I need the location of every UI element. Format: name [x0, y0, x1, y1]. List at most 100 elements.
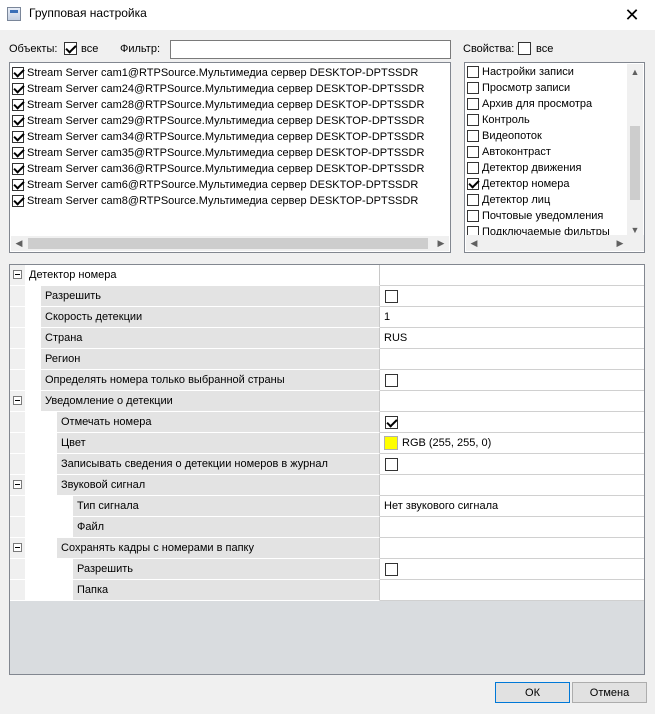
property-value[interactable] — [380, 286, 644, 307]
scrollbar-thumb[interactable] — [630, 126, 640, 200]
filter-input[interactable] — [170, 40, 451, 59]
object-checkbox[interactable] — [12, 147, 24, 159]
scroll-left-icon[interactable]: ◀ — [466, 235, 482, 251]
property-checkbox[interactable] — [467, 146, 479, 158]
object-checkbox[interactable] — [12, 115, 24, 127]
object-checkbox[interactable] — [12, 163, 24, 175]
property-value[interactable]: 1 — [380, 307, 644, 328]
property-checkbox[interactable] — [467, 210, 479, 222]
property-value[interactable]: RGB (255, 255, 0) — [380, 433, 644, 454]
property-row[interactable]: Детектор номера — [10, 265, 644, 286]
properties-vertical-scrollbar[interactable]: ▲ ▼ — [627, 64, 643, 237]
list-item[interactable]: Stream Server cam34@RTPSource.Мультимеди… — [12, 129, 424, 145]
list-item[interactable]: Stream Server cam28@RTPSource.Мультимеди… — [12, 97, 424, 113]
list-item[interactable]: Детектор номера — [467, 176, 569, 192]
property-row[interactable]: Звуковой сигнал — [10, 475, 644, 496]
collapse-icon[interactable] — [13, 480, 22, 489]
objects-all-checkbox[interactable] — [64, 42, 77, 55]
property-checkbox[interactable] — [467, 114, 479, 126]
object-checkbox[interactable] — [12, 99, 24, 111]
property-value[interactable] — [380, 454, 644, 475]
list-item[interactable]: Автоконтраст — [467, 144, 551, 160]
list-item[interactable]: Stream Server cam35@RTPSource.Мультимеди… — [12, 145, 424, 161]
collapse-icon[interactable] — [13, 270, 22, 279]
list-item[interactable]: Детектор лиц — [467, 192, 550, 208]
list-item[interactable]: Видеопоток — [467, 128, 542, 144]
property-value[interactable] — [380, 559, 644, 580]
property-checkbox[interactable] — [467, 194, 479, 206]
property-value[interactable]: Нет звукового сигнала — [380, 496, 644, 517]
list-item[interactable]: Stream Server cam24@RTPSource.Мультимеди… — [12, 81, 424, 97]
property-row[interactable]: Записывать сведения о детекции номеров в… — [10, 454, 644, 475]
property-value[interactable] — [380, 370, 644, 391]
property-checkbox[interactable] — [467, 130, 479, 142]
property-value[interactable]: RUS — [380, 328, 644, 349]
properties-horizontal-scrollbar[interactable]: ◀ ▶ — [466, 235, 644, 251]
list-item[interactable]: Stream Server cam1@RTPSource.Мультимедиа… — [12, 65, 418, 81]
scroll-up-icon[interactable]: ▲ — [627, 64, 643, 79]
list-item[interactable]: Stream Server cam8@RTPSource.Мультимедиа… — [12, 193, 418, 209]
property-row[interactable]: Разрешить — [10, 286, 644, 307]
list-item[interactable]: Архив для просмотра — [467, 96, 592, 112]
property-row[interactable]: Файл — [10, 517, 644, 538]
property-row[interactable]: Тип сигнала Нет звукового сигнала — [10, 496, 644, 517]
object-checkbox[interactable] — [12, 83, 24, 95]
object-checkbox[interactable] — [12, 179, 24, 191]
properties-all-checkbox[interactable] — [518, 42, 531, 55]
value-checkbox[interactable] — [385, 415, 398, 429]
list-item[interactable]: Stream Server cam29@RTPSource.Мультимеди… — [12, 113, 424, 129]
property-row[interactable]: Определять номера только выбранной стран… — [10, 370, 644, 391]
property-row[interactable]: Папка — [10, 580, 644, 601]
cancel-button[interactable]: Отмена — [572, 682, 647, 703]
property-label: Детектор движения — [482, 162, 582, 174]
property-row[interactable]: Страна RUS — [10, 328, 644, 349]
properties-list[interactable]: Настройки записи Просмотр записи Архив для… — [464, 62, 645, 253]
value-checkbox[interactable] — [385, 457, 398, 471]
objects-horizontal-scrollbar[interactable]: ◀ ▶ — [11, 236, 449, 251]
scroll-right-icon[interactable]: ▶ — [433, 236, 449, 251]
property-value[interactable] — [380, 265, 644, 286]
collapse-icon[interactable] — [13, 396, 22, 405]
list-item[interactable]: Детектор движения — [467, 160, 581, 176]
property-row[interactable]: Отмечать номера — [10, 412, 644, 433]
object-checkbox[interactable] — [12, 195, 24, 207]
property-checkbox[interactable] — [467, 82, 479, 94]
property-row[interactable]: Регион — [10, 349, 644, 370]
property-value[interactable] — [380, 475, 644, 496]
objects-list[interactable]: Stream Server cam1@RTPSource.Мультимедиа… — [9, 62, 451, 253]
list-item[interactable]: Настройки записи — [467, 64, 574, 80]
property-checkbox[interactable] — [467, 178, 479, 190]
value-checkbox[interactable] — [385, 373, 398, 387]
close-button[interactable]: ✕ — [609, 0, 655, 30]
property-value[interactable] — [380, 349, 644, 370]
property-value[interactable] — [380, 391, 644, 412]
list-item[interactable]: Контроль — [467, 112, 530, 128]
value-checkbox[interactable] — [385, 289, 398, 303]
property-row[interactable]: Сохранять кадры с номерами в папку — [10, 538, 644, 559]
property-value[interactable] — [380, 517, 644, 538]
property-value[interactable] — [380, 538, 644, 559]
list-item[interactable]: Stream Server cam6@RTPSource.Мультимедиа… — [12, 177, 418, 193]
collapse-icon[interactable] — [13, 543, 22, 552]
list-item[interactable]: Stream Server cam36@RTPSource.Мультимеди… — [12, 161, 424, 177]
property-row[interactable]: Цвет RGB (255, 255, 0) — [10, 433, 644, 454]
scrollbar-thumb[interactable] — [28, 238, 428, 249]
property-value[interactable] — [380, 412, 644, 433]
list-item[interactable]: Просмотр записи — [467, 80, 570, 96]
scroll-right-icon[interactable]: ▶ — [612, 235, 628, 251]
scroll-left-icon[interactable]: ◀ — [11, 236, 27, 251]
property-row[interactable]: Скорость детекции 1 — [10, 307, 644, 328]
property-checkbox[interactable] — [467, 98, 479, 110]
object-checkbox[interactable] — [12, 67, 24, 79]
property-value[interactable] — [380, 580, 644, 601]
property-checkbox[interactable] — [467, 162, 479, 174]
list-item[interactable]: Почтовые уведомления — [467, 208, 603, 224]
object-checkbox[interactable] — [12, 131, 24, 143]
row-gutter — [10, 412, 25, 433]
value-checkbox[interactable] — [385, 562, 398, 576]
property-checkbox[interactable] — [467, 66, 479, 78]
property-grid[interactable]: Детектор номера Разрешить Скорость детекци… — [9, 264, 645, 675]
ok-button[interactable]: ОК — [495, 682, 570, 703]
property-row[interactable]: Уведомление о детекции — [10, 391, 644, 412]
property-row[interactable]: Разрешить — [10, 559, 644, 580]
